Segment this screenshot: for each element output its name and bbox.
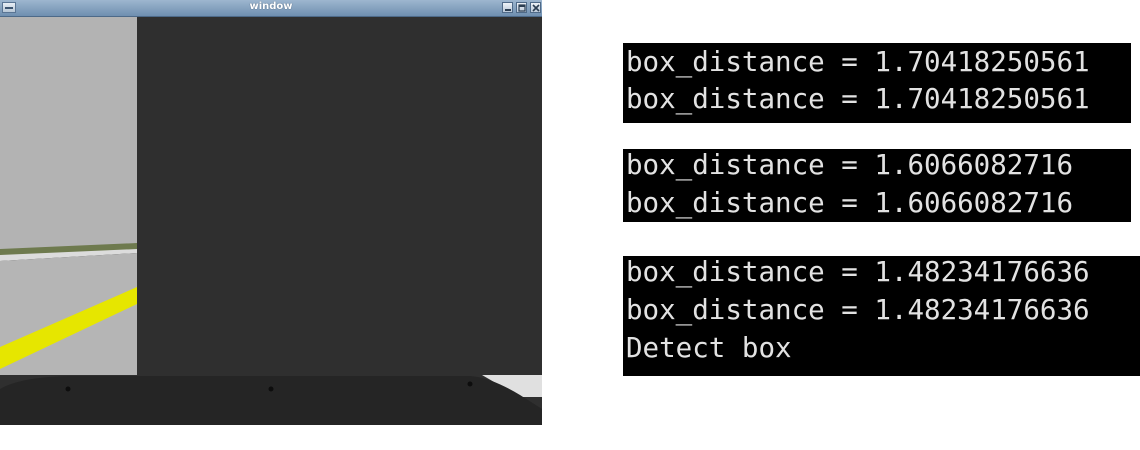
terminal-line: box_distance = 1.48234176636 xyxy=(626,294,1090,326)
background-wall xyxy=(0,17,137,249)
terminal-line: box_distance = 1.6066082716 xyxy=(626,187,1074,219)
window-title: window xyxy=(249,1,293,12)
terminal-panel-2: box_distance = 1.6066082716 box_distance… xyxy=(623,149,1131,222)
sim-window: window xyxy=(0,0,542,425)
robot-screw-right xyxy=(467,381,473,387)
terminal-line: box_distance = 1.70418250561 xyxy=(626,83,1090,115)
terminal-line: box_distance = 1.48234176636 xyxy=(626,256,1090,288)
terminal-line: box_distance = 1.6066082716 xyxy=(626,149,1074,181)
terminal-line: Detect box xyxy=(626,332,792,364)
robot-base xyxy=(0,376,542,425)
maximize-icon[interactable] xyxy=(516,2,527,13)
terminal-line: box_distance = 1.70418250561 xyxy=(626,46,1090,78)
robot-screw-left xyxy=(65,386,71,392)
terminal-panel-3: box_distance = 1.48234176636 box_distanc… xyxy=(623,256,1140,376)
close-icon[interactable] xyxy=(530,2,541,13)
window-titlebar[interactable]: window xyxy=(0,0,542,17)
camera-view xyxy=(0,17,542,425)
terminal-panel-1: box_distance = 1.70418250561 box_distanc… xyxy=(623,43,1131,123)
robot-screw-center xyxy=(268,386,274,392)
minimize-icon[interactable] xyxy=(502,2,513,13)
